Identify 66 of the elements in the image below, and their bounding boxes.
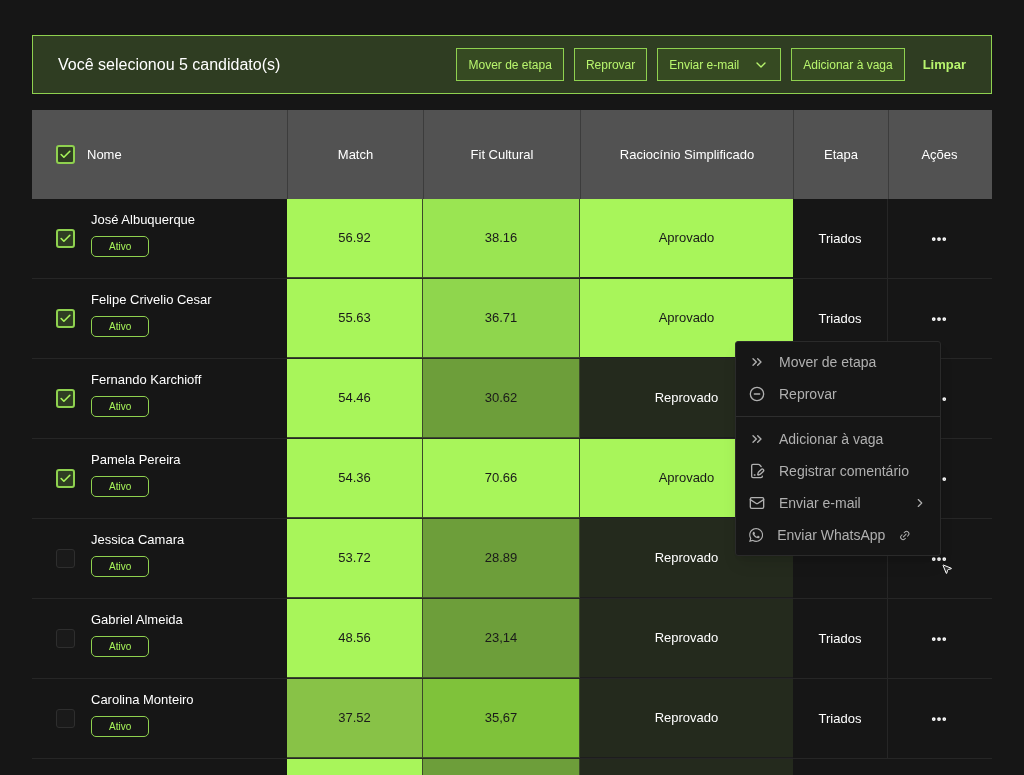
score-cell: 28.89 bbox=[423, 519, 580, 598]
score-cell: 56.92 bbox=[287, 199, 423, 278]
candidate-name: Carolina Monteiro bbox=[91, 691, 194, 710]
result-cell: Aprovado bbox=[580, 199, 793, 278]
checkbox[interactable] bbox=[56, 229, 75, 248]
score-cell: 55.63 bbox=[287, 279, 423, 358]
action-button[interactable]: Mover de etapa bbox=[456, 48, 564, 81]
status-badge: Ativo bbox=[91, 475, 150, 497]
status-badge: Ativo bbox=[91, 235, 150, 257]
candidate-name: Fernando Karchioff bbox=[91, 371, 202, 390]
score-cell: 54.46 bbox=[287, 359, 423, 438]
status-badge: Ativo bbox=[91, 635, 150, 657]
column-header: Fit Cultural bbox=[470, 145, 534, 164]
check-icon bbox=[59, 148, 72, 161]
candidate-name: Gabriel Almeida bbox=[91, 611, 183, 630]
column-header: Etapa bbox=[824, 145, 858, 164]
status-badge: Ativo bbox=[91, 555, 150, 577]
selection-title: Você selecionou 5 candidato(s) bbox=[58, 54, 282, 75]
score-cell: 38.16 bbox=[423, 199, 580, 278]
score-cell: 36.71 bbox=[423, 279, 580, 358]
whatsapp-icon bbox=[749, 527, 764, 543]
column-header: Raciocínio Simplificado bbox=[619, 145, 755, 164]
mail-icon bbox=[749, 495, 765, 511]
result-cell: Reprovado bbox=[580, 679, 793, 758]
stage-text: Triados bbox=[818, 629, 862, 648]
checkbox[interactable] bbox=[56, 709, 75, 728]
checkbox[interactable] bbox=[56, 145, 75, 164]
score-cell: 54.36 bbox=[287, 439, 423, 518]
checkbox[interactable] bbox=[56, 629, 75, 648]
check-icon bbox=[59, 232, 72, 245]
clear-link[interactable]: Limpar bbox=[922, 54, 966, 75]
check-icon bbox=[59, 472, 72, 485]
stage-text: Triados bbox=[818, 709, 862, 728]
stage-text: Triados bbox=[818, 309, 862, 328]
minus-circle-icon bbox=[749, 386, 765, 402]
checkbox[interactable] bbox=[56, 389, 75, 408]
column-header: Ações bbox=[921, 145, 958, 164]
candidate-name: Pamela Pereira bbox=[91, 451, 181, 470]
candidate-name: Felipe Crivelio Cesar bbox=[91, 291, 212, 310]
score-cell: 48.56 bbox=[287, 599, 423, 678]
action-button[interactable]: Adicionar à vaga bbox=[791, 48, 905, 81]
score-cell: 35,67 bbox=[423, 679, 580, 758]
score-cell: 23,14 bbox=[423, 599, 580, 678]
document-pen-icon bbox=[749, 463, 765, 479]
column-header: Match bbox=[337, 145, 374, 164]
checkbox[interactable] bbox=[56, 549, 75, 568]
stage-text: Triados bbox=[818, 229, 862, 248]
score-cell: 30.62 bbox=[423, 359, 580, 438]
result-cell: Aprovado bbox=[580, 279, 793, 358]
checkbox[interactable] bbox=[56, 469, 75, 488]
candidate-name: José Albuquerque bbox=[91, 211, 196, 230]
check-icon bbox=[59, 312, 72, 325]
action-button[interactable]: Reprovar bbox=[573, 48, 648, 81]
checkbox[interactable] bbox=[56, 309, 75, 328]
score-cell: 37.52 bbox=[287, 679, 423, 758]
result-cell: Reprovado bbox=[580, 599, 793, 678]
status-badge: Ativo bbox=[91, 395, 150, 417]
status-badge: Ativo bbox=[91, 315, 150, 337]
cursor-icon bbox=[941, 563, 953, 575]
dropdown-button[interactable]: Enviar e-mail bbox=[657, 48, 782, 81]
check-icon bbox=[59, 392, 72, 405]
score-cell: 70.66 bbox=[423, 439, 580, 518]
score-cell: 53.72 bbox=[287, 519, 423, 598]
status-badge: Ativo bbox=[91, 715, 150, 737]
candidate-name: Jessica Camara bbox=[91, 531, 185, 550]
column-header: Nome bbox=[87, 145, 122, 164]
